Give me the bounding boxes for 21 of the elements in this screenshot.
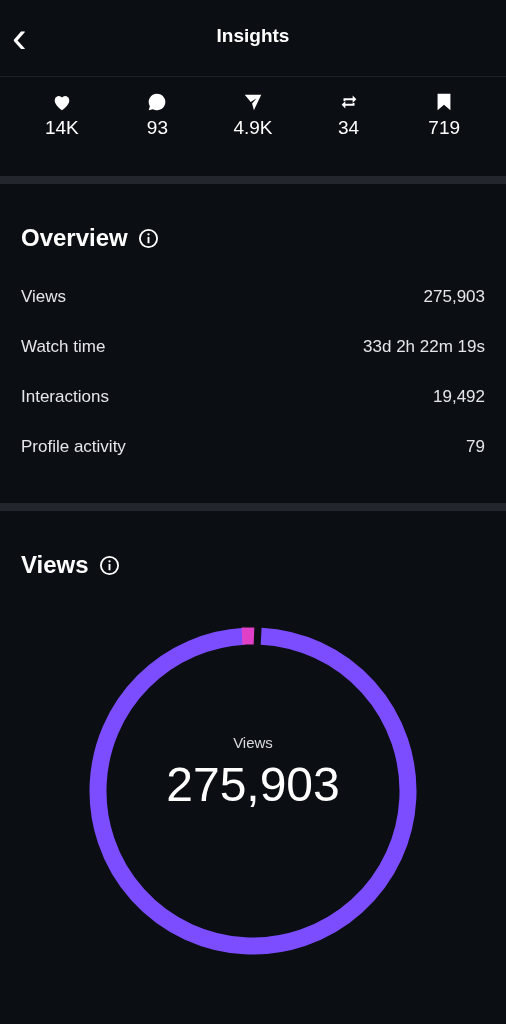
stat-count: 4.9K [233,117,273,139]
metric-value: 33d 2h 22m 19s [363,337,485,357]
section-title: Overview [21,224,128,252]
center-value: 275,903 [166,757,340,812]
stat-count: 93 [146,117,168,139]
back-button[interactable]: ‹ [8,22,31,52]
section-title: Views [21,551,89,579]
center-label: Views [233,734,273,751]
metric-value: 19,492 [433,387,485,407]
info-icon[interactable] [137,227,159,249]
metric-label: Watch time [21,337,106,357]
stat-count: 34 [338,117,360,139]
metric-value: 79 [466,437,485,457]
stat-count: 14K [44,117,79,139]
metric-label: Profile activity [21,437,126,457]
page-title: Insights [216,25,290,47]
metric-label: Views [21,287,67,307]
metric-label: Interactions [21,387,109,407]
metric-value: 275,903 [423,287,485,307]
info-icon[interactable] [98,554,120,576]
stat-count: 719 [428,117,460,139]
